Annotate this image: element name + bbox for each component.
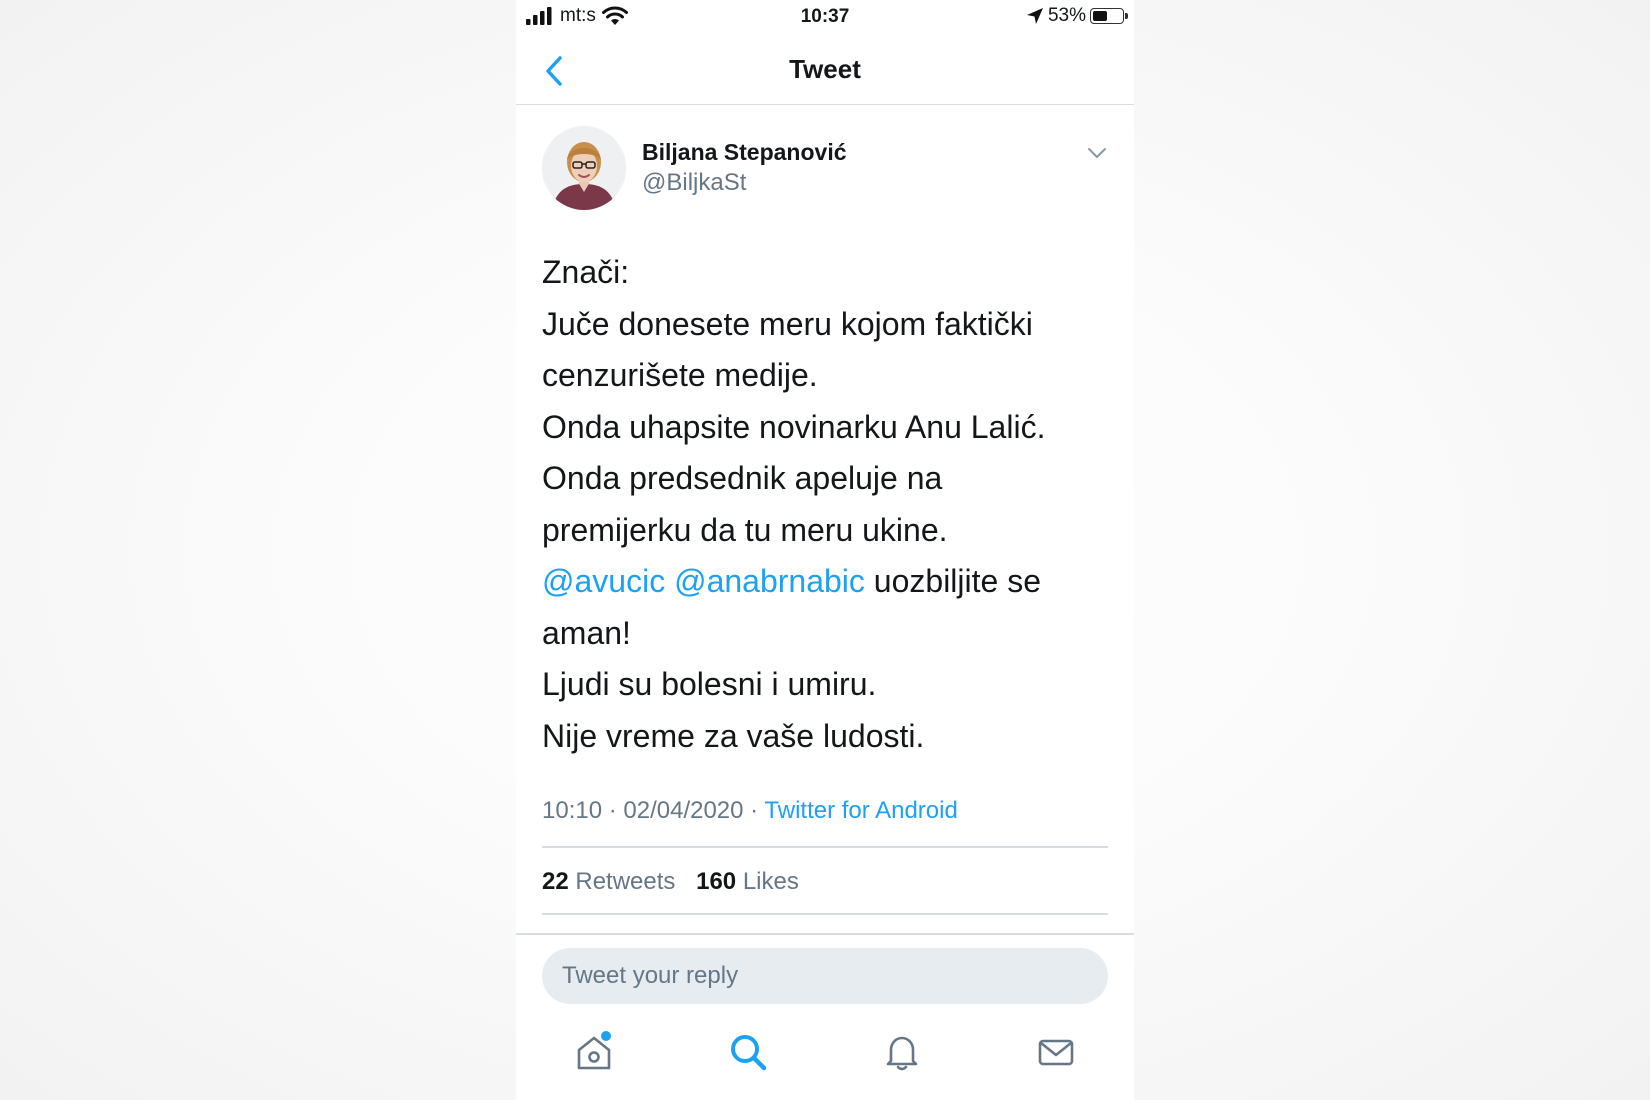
retweets-label: Retweets (575, 868, 676, 895)
search-icon[interactable] (726, 1030, 770, 1074)
tweet-line: aman! (542, 614, 631, 651)
tweet-line: Nije vreme za vaše ludosti. (542, 717, 925, 754)
tweet-line: cenzurišete medije. (542, 357, 818, 393)
chevron-down-icon[interactable] (1086, 142, 1108, 164)
section-separator (516, 933, 1134, 935)
nav-bar: Tweet (516, 36, 1134, 105)
author-name[interactable]: Biljana Stepanović (642, 139, 847, 166)
mention-link-anabrnabic[interactable]: @anabrnabic (674, 563, 865, 599)
tweet-source-link[interactable]: Twitter for Android (764, 797, 957, 824)
likes-label: Likes (742, 868, 799, 895)
likes-stat[interactable]: 160 Likes (696, 868, 799, 895)
avatar[interactable] (542, 126, 626, 210)
retweets-count: 22 (542, 868, 569, 895)
battery-percent: 53% (1047, 5, 1086, 26)
divider (542, 846, 1108, 848)
tweet-line-text: uozbiljite se (864, 563, 1041, 599)
battery-icon (1090, 8, 1128, 24)
mention-link-avucic[interactable]: @avucic (542, 563, 665, 599)
status-right: 53% (1026, 5, 1128, 27)
tweet-line: Juče donesete meru kojom faktički (542, 305, 1033, 342)
likes-count: 160 (696, 868, 737, 895)
reply-input[interactable]: Tweet your reply (542, 948, 1108, 1004)
notifications-icon[interactable] (880, 1030, 924, 1074)
divider (542, 913, 1108, 915)
tweet-line: Onda predsednik apeluje na (542, 460, 943, 496)
messages-icon[interactable] (1034, 1030, 1078, 1074)
tweet-line: Onda uhapsite novinarku Anu Lalić. (542, 408, 1046, 445)
author-handle[interactable]: @BiljkaSt (642, 169, 746, 197)
notification-dot (601, 1031, 611, 1041)
tab-bar (516, 1030, 1134, 1090)
status-bar: mt:s 10:37 53% (516, 0, 1134, 34)
tweet-detail-screen: mt:s 10:37 53% Tweet Biljana Stepanović … (516, 0, 1134, 1100)
tweet-timestamp: 10:10 · 02/04/2020 · (542, 797, 765, 824)
retweets-stat[interactable]: 22 Retweets (542, 868, 675, 895)
tweet-line: premijerku da tu meru ukine. (542, 511, 948, 548)
home-icon[interactable] (572, 1030, 616, 1074)
tweet-stats: 22 Retweets 160 Likes (542, 868, 813, 896)
tweet-line-mentions: @avucic @anabrnabic uozbiljite se (542, 556, 1112, 608)
location-arrow-icon (1026, 8, 1043, 24)
tweet-line: Ljudi su bolesni i umiru. (542, 666, 877, 702)
battery-fill (1093, 11, 1107, 21)
tweet-text: Znači: Juče donesete meru kojom faktički… (542, 247, 1112, 762)
tweet-meta: 10:10 · 02/04/2020 · Twitter for Android (542, 797, 958, 825)
tweet-line: Znači: (542, 254, 630, 290)
page-title: Tweet (789, 54, 861, 84)
avatar-image (542, 126, 626, 210)
